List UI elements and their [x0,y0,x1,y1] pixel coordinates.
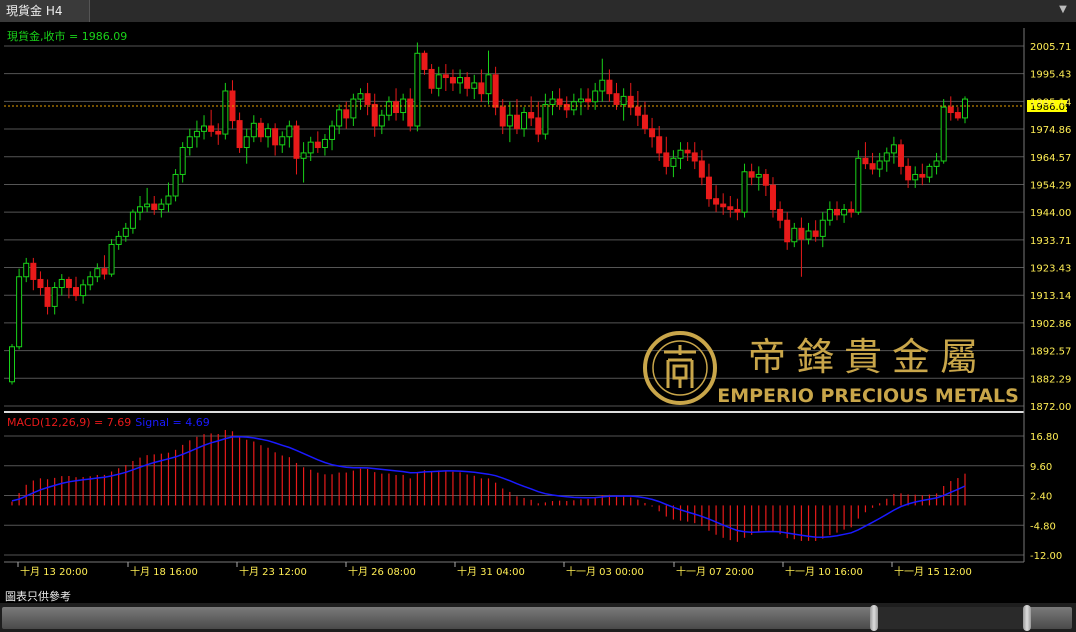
price-tick-label: 1954.29 [1030,180,1071,191]
price-tick-label: 1902.86 [1030,319,1071,330]
candle [741,163,748,218]
time-tick-label: 十月 18 16:00 [130,565,198,578]
candle [414,42,421,132]
price-tick-label: 1933.71 [1030,236,1071,247]
candle [16,268,23,350]
logo-emblem-icon [664,345,696,388]
price-tick-label: 1923.43 [1030,264,1071,275]
candle [108,239,115,277]
price-tick-label: 2005.71 [1030,42,1071,53]
candle [222,82,229,140]
macd-title-label: MACD(12,26,9) = 7.69 Signal = 4.69 [7,416,210,429]
tab-bar: 現貨金 H4 ▼ [0,0,1076,23]
price-tick-label: 1892.57 [1030,347,1071,358]
price-tick-label: 1913.14 [1030,291,1071,302]
time-tick-label: 十一月 10 16:00 [785,565,863,578]
disclaimer-label: 圖表只供參考 [5,590,71,603]
chart-tab-label: 現貨金 H4 [6,4,63,18]
price-title-label: 現貨金,收市 = 1986.09 [7,29,127,43]
scroll-right-handle[interactable] [1023,605,1031,631]
macd-tick-label: 9.60 [1030,462,1052,473]
time-tick-label: 十一月 15 12:00 [894,565,972,578]
time-tick-label: 十月 26 08:00 [348,565,416,578]
macd-tick-label: 16.80 [1030,432,1059,443]
macd-tick-label: -4.80 [1030,521,1056,532]
price-tick-label: 1944.00 [1030,208,1071,219]
chart-scrollbar[interactable] [0,603,1076,632]
candle [940,99,947,164]
chart-tab[interactable]: 現貨金 H4 [0,0,90,22]
time-tick-label: 十一月 03 00:00 [566,565,644,578]
signal-value-label: Signal = 4.69 [135,416,210,429]
time-tick-label: 十月 13 20:00 [20,565,88,578]
scroll-selected-range[interactable] [874,607,1026,629]
macd-tick-label: 2.40 [1030,492,1052,503]
candle [855,150,862,215]
time-tick-label: 十月 31 04:00 [457,565,525,578]
price-tick-label: 1872.00 [1030,402,1071,413]
logo-chinese-text: 帝鋒貴金屬 [748,335,988,379]
time-tick-label: 十一月 07 20:00 [676,565,754,578]
macd-tick-label: -12.00 [1030,551,1062,562]
price-tick-label: 1995.43 [1030,70,1071,81]
price-tick-label: 1974.86 [1030,125,1071,136]
logo-english-text: EMPERIO PRECIOUS METALS [717,385,1019,407]
tab-menu-chevron-icon[interactable]: ▼ [1056,3,1070,17]
scroll-left-handle[interactable] [870,605,878,631]
candle [9,344,15,385]
price-tick-label: 1985.14 [1030,97,1071,108]
macd-value-label: MACD(12,26,9) = 7.69 [7,416,131,429]
time-tick-label: 十月 23 12:00 [239,565,307,578]
price-tick-label: 1882.29 [1030,374,1071,385]
price-tick-label: 1964.57 [1030,153,1071,164]
chart-area: 帝鋒貴金屬 EMPERIO PRECIOUS METALS 1986.09 現貨… [0,22,1076,603]
